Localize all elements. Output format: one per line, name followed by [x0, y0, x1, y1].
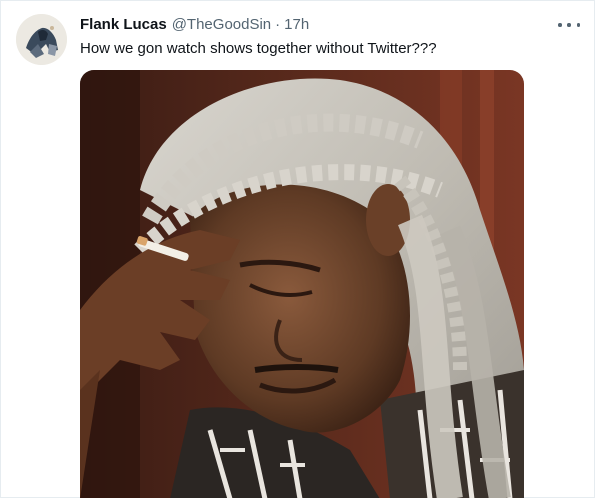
tweet-text: How we gon watch shows together without … [80, 40, 437, 57]
tweet-card[interactable]: Flank Lucas @TheGoodSin · 17h How we gon… [0, 0, 595, 498]
tweet-media-image[interactable] [80, 70, 524, 498]
author-handle[interactable]: @TheGoodSin [172, 16, 271, 33]
meme-photo-icon [80, 70, 524, 498]
author-avatar[interactable] [16, 14, 67, 65]
more-dot [567, 23, 571, 27]
tweet-header: Flank Lucas @TheGoodSin · 17h [80, 16, 309, 36]
more-dot [558, 23, 562, 27]
separator-dot: · [275, 16, 281, 33]
tweet-timestamp[interactable]: 17h [284, 16, 309, 33]
avatar-photo-icon [16, 14, 67, 65]
more-horizontal-icon[interactable] [558, 18, 580, 32]
more-dot [576, 23, 580, 27]
author-name[interactable]: Flank Lucas [80, 16, 167, 33]
